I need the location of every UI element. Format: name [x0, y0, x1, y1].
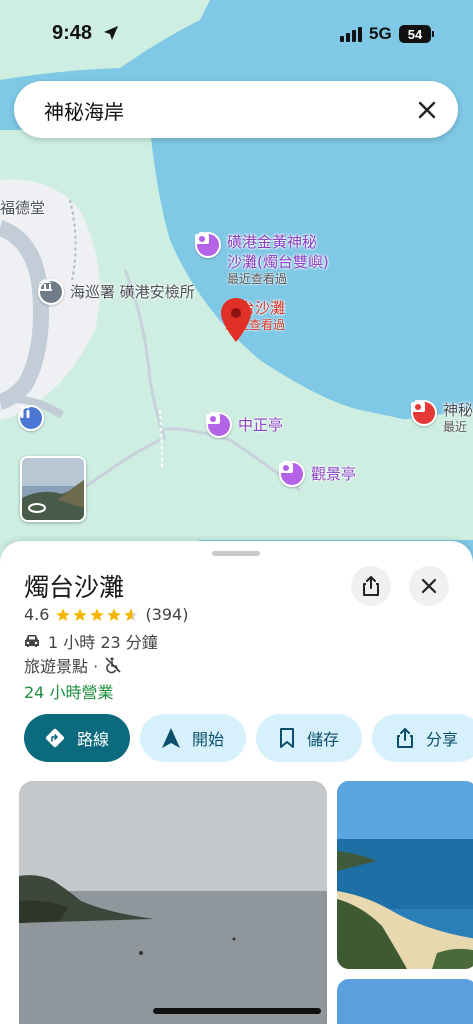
drive-time-row[interactable]: 1 小時 23 分鐘: [24, 629, 158, 653]
close-sheet-button[interactable]: [409, 566, 449, 606]
government-building-icon: [38, 279, 64, 305]
share-button[interactable]: [351, 566, 391, 606]
map-poi-coastguard-title: 海巡署 磺港安檢所: [70, 283, 195, 301]
opening-hours[interactable]: 24 小時營業: [24, 679, 113, 703]
sheet-drag-handle[interactable]: [212, 551, 260, 556]
start-button[interactable]: 開始: [140, 714, 246, 762]
map-poi-golden-beach-title-1: 磺港金黃神秘: [227, 233, 318, 251]
share-label: 分享: [425, 730, 458, 749]
photo-side-1[interactable]: [337, 781, 473, 969]
action-buttons: 路線 開始 儲存 分享: [24, 714, 473, 762]
toilet-icon: [18, 405, 44, 431]
close-icon: [421, 578, 437, 594]
close-icon[interactable]: [412, 95, 442, 125]
car-icon: [25, 635, 39, 647]
map-poi-shenmi-title: 神秘: [443, 401, 473, 419]
rating-value: 4.6: [24, 605, 50, 624]
start-label: 開始: [191, 730, 224, 749]
map-poi-golden-beach[interactable]: 磺港金黃神秘 沙灘(燭台雙嶼) 最近查看過: [195, 232, 329, 287]
star-icon: [90, 607, 105, 621]
star-half-icon: [124, 607, 139, 621]
category-row: 旅遊景點 ·: [24, 653, 122, 677]
photo-gallery[interactable]: [19, 781, 473, 1024]
network-type: 5G: [369, 24, 392, 43]
star-icon: [56, 607, 71, 621]
search-query[interactable]: 神秘海岸: [44, 96, 124, 125]
save-label: 儲存: [306, 730, 339, 749]
map-poi-utility[interactable]: [18, 405, 44, 431]
status-time: 9:48: [52, 22, 93, 44]
drive-time: 1 小時 23 分鐘: [48, 633, 158, 652]
photo-side-2[interactable]: [337, 979, 473, 1024]
map-poi-viewpoint-title: 觀景亭: [311, 465, 357, 483]
map-selected-place[interactable]: 燭台沙灘 最近查看過: [221, 298, 285, 342]
rating-row[interactable]: 4.6 (394): [24, 605, 188, 624]
search-bar[interactable]: 神秘海岸: [14, 81, 458, 138]
place-details-sheet[interactable]: 燭台沙灘 4.6 (394) 1 小時 23 分鐘 旅遊景點 · 24 小時營業…: [0, 541, 473, 1024]
map-poi-golden-beach-sub: 最近查看過: [227, 272, 288, 286]
street-view-thumbnail[interactable]: [20, 456, 86, 522]
battery-indicator: 54: [399, 25, 434, 43]
star-icon: [73, 607, 88, 621]
no-wheelchair-icon: [105, 657, 121, 674]
map-label-fude[interactable]: 福德堂: [0, 198, 45, 218]
selected-pin-icon: [221, 298, 251, 342]
share-icon: [396, 728, 413, 748]
review-count[interactable]: (394): [145, 605, 188, 624]
map-poi-coastguard[interactable]: 海巡署 磺港安檢所: [38, 279, 195, 305]
map-poi-shenmi[interactable]: 神秘 最近: [411, 400, 473, 435]
map-poi-viewpoint[interactable]: 觀景亭: [279, 461, 356, 487]
location-arrow-icon: [104, 26, 118, 40]
camera-icon: [206, 412, 232, 438]
map-poi-shenmi-sub: 最近: [443, 420, 468, 434]
share-icon: [363, 576, 379, 596]
place-name: 燭台沙灘: [24, 573, 125, 602]
map-label-fude-text: 福德堂: [0, 199, 46, 217]
map-poi-zhongzheng[interactable]: 中正亭: [206, 412, 283, 438]
directions-button[interactable]: 路線: [24, 714, 130, 762]
home-indicator[interactable]: [153, 1008, 321, 1014]
navigation-arrow-icon: [161, 728, 180, 748]
save-button[interactable]: 儲存: [256, 714, 362, 762]
camera-icon: [279, 461, 305, 487]
star-icon: [107, 607, 122, 621]
cellular-signal-icon: [340, 27, 362, 42]
map-poi-golden-beach-title-2: 沙灘(燭台雙嶼): [227, 253, 329, 271]
map-poi-zhongzheng-title: 中正亭: [238, 416, 284, 434]
bookmark-icon: [279, 728, 294, 748]
camera-icon: [195, 232, 221, 258]
category: 旅遊景點 ·: [24, 657, 99, 676]
camera-icon: [411, 400, 437, 426]
share-action-button[interactable]: 分享: [372, 714, 473, 762]
directions-label: 路線: [76, 730, 109, 749]
rating-stars: [55, 607, 139, 623]
directions-icon: [45, 728, 65, 748]
photo-main[interactable]: [19, 781, 327, 1024]
status-bar: 9:48 5G 54: [0, 0, 473, 70]
